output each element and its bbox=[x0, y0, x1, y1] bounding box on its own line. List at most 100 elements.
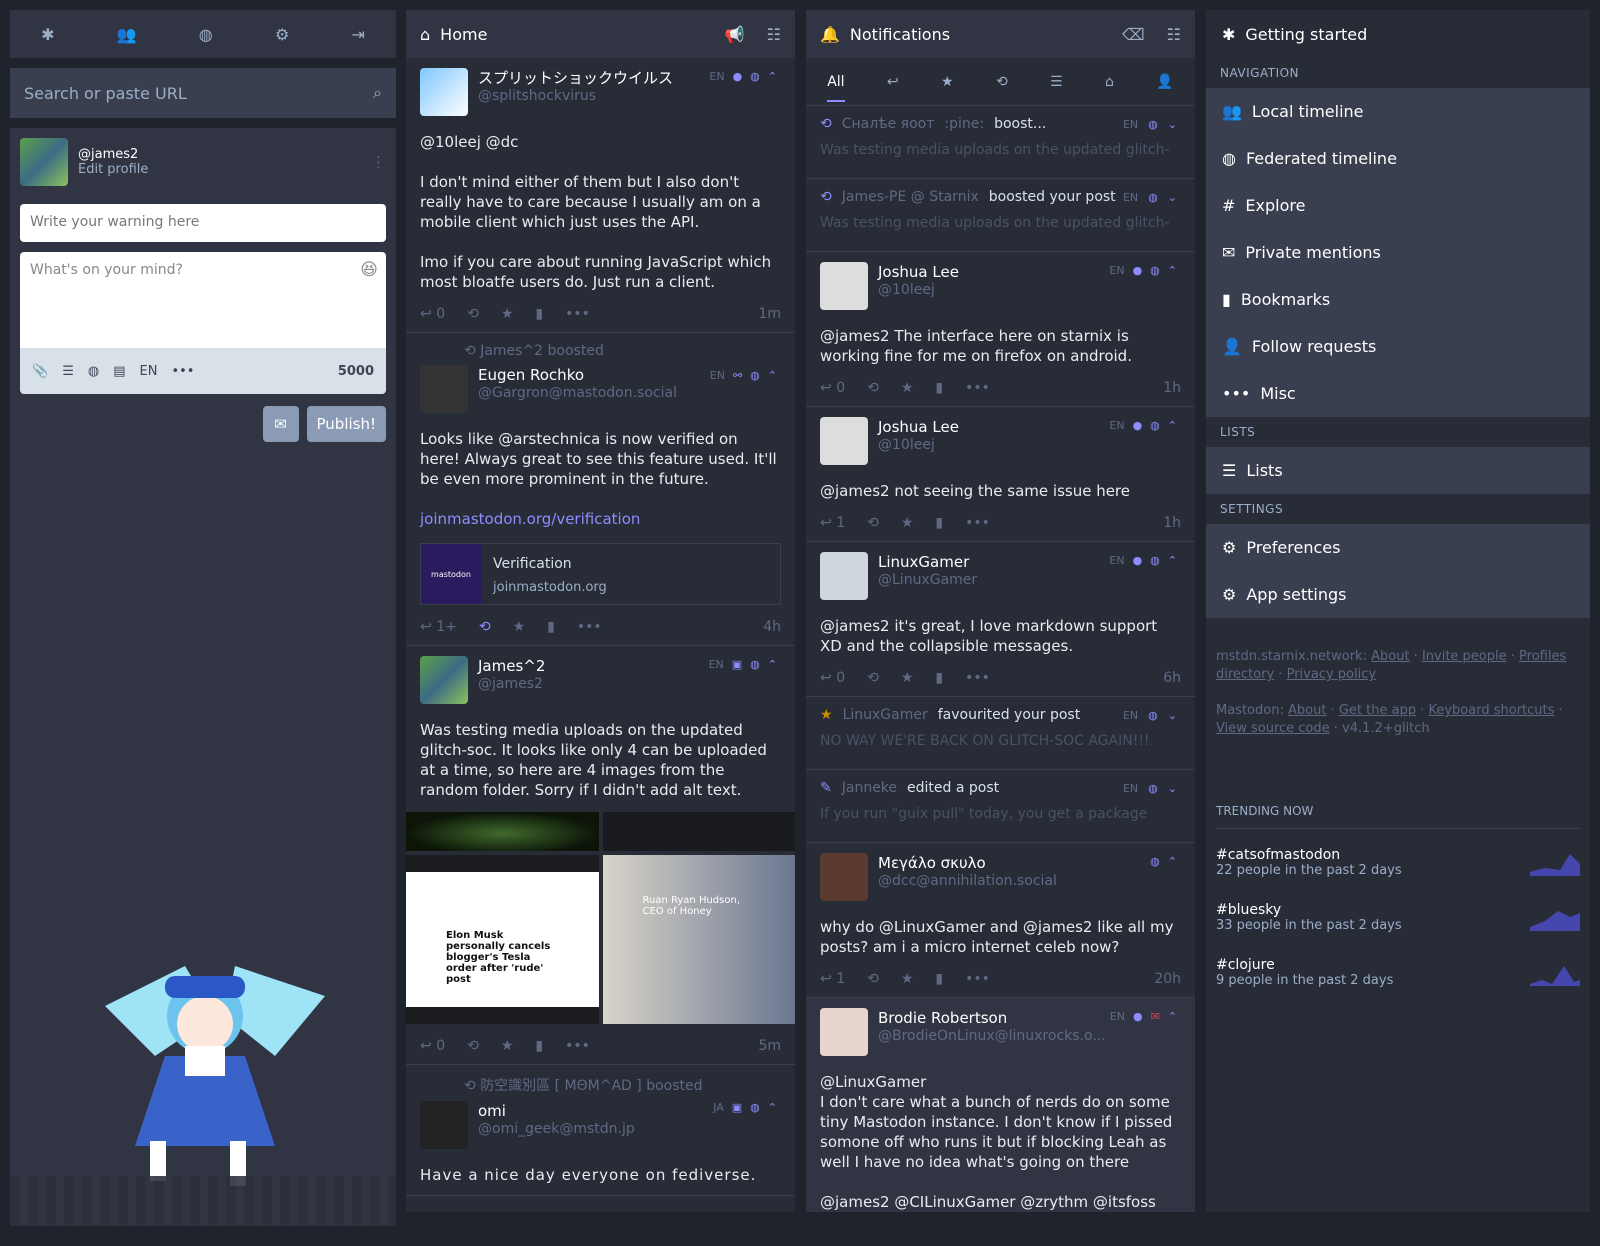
boost-button[interactable]: ⟲ bbox=[867, 971, 879, 987]
bookmark-button[interactable]: ▮ bbox=[535, 1038, 543, 1054]
tab-all[interactable]: All bbox=[827, 74, 845, 102]
trend-item[interactable]: #catsofmastodon 22 people in the past 2 d… bbox=[1206, 829, 1590, 884]
media-image[interactable] bbox=[406, 812, 599, 851]
handle[interactable]: @omi_geek@mstdn.jp bbox=[478, 1121, 635, 1137]
shortcuts-link[interactable]: Keyboard shortcuts bbox=[1428, 703, 1554, 718]
timestamp[interactable]: 1m bbox=[758, 306, 781, 322]
bookmark-button[interactable]: ▮ bbox=[935, 670, 943, 686]
actor-name[interactable]: Сналѣе яоот bbox=[842, 116, 935, 132]
expand-icon[interactable]: ⌄ bbox=[1168, 782, 1177, 795]
home-header[interactable]: ⌂ Home 📢 ☷ bbox=[406, 10, 795, 58]
timestamp[interactable]: 5m bbox=[758, 1038, 781, 1054]
link-card[interactable]: mastodon Verification joinmastodon.org bbox=[420, 543, 781, 605]
favourite-button[interactable]: ★ bbox=[501, 306, 514, 322]
display-name[interactable]: omi bbox=[478, 1101, 635, 1121]
envelope-icon[interactable]: ✉ bbox=[262, 406, 299, 442]
status[interactable]: ⟲ 防空識別區 [ MΘM^AD ] boosted JA ▣ ◍ ⌃ omi @omi… bbox=[406, 1065, 795, 1196]
nav-bookmarks[interactable]: ▮ Bookmarks bbox=[1206, 276, 1590, 323]
source-link[interactable]: View source code bbox=[1216, 721, 1330, 736]
boost-button[interactable]: ⟲ bbox=[479, 619, 491, 635]
status[interactable]: EN ▣ ◍ ⌃ James^2 @james2 Was testing media u… bbox=[406, 646, 795, 1065]
account-handle[interactable]: @james2 bbox=[78, 147, 361, 162]
globe-icon[interactable]: ◍ bbox=[88, 364, 99, 379]
favourite-button[interactable]: ★ bbox=[901, 515, 914, 531]
actor-name[interactable]: LinuxGamer bbox=[843, 707, 928, 723]
reply-button[interactable]: ↩ 0 bbox=[820, 670, 845, 686]
media-image[interactable]: Elon Musk personally cancels blogger's T… bbox=[406, 855, 599, 1024]
media-image[interactable] bbox=[602, 812, 795, 851]
star-icon[interactable]: ★ bbox=[941, 74, 954, 90]
sliders-icon[interactable]: ☷ bbox=[767, 25, 781, 44]
handle[interactable]: @LinuxGamer bbox=[878, 572, 977, 588]
display-name[interactable]: Joshua Lee bbox=[878, 417, 959, 437]
booster-name[interactable]: James^2 bbox=[480, 343, 543, 359]
about-link[interactable]: About bbox=[1288, 703, 1326, 718]
avatar[interactable] bbox=[420, 1101, 468, 1149]
trend-tag[interactable]: #catsofmastodon bbox=[1216, 847, 1530, 863]
bookmark-button[interactable]: ▮ bbox=[935, 515, 943, 531]
nav-misc[interactable]: ••• Misc bbox=[1206, 370, 1590, 417]
collapse-icon[interactable]: ⌃ bbox=[1168, 1010, 1177, 1023]
favourite-button[interactable]: ★ bbox=[513, 619, 526, 635]
avatar[interactable] bbox=[820, 262, 868, 310]
favourite-button[interactable]: ★ bbox=[901, 971, 914, 987]
more-icon[interactable]: ••• bbox=[171, 364, 194, 379]
bookmark-button[interactable]: ▮ bbox=[935, 380, 943, 396]
announcements-icon[interactable]: 📢 bbox=[725, 25, 745, 44]
globe-icon[interactable]: ◍ bbox=[199, 25, 213, 44]
collapse-icon[interactable]: ⌃ bbox=[768, 369, 777, 382]
nav-app-settings[interactable]: ⚙ App settings bbox=[1206, 571, 1590, 618]
booster-name[interactable]: 防空識別區 [ MΘM^AD ] bbox=[480, 1078, 642, 1094]
notification[interactable]: EN ◍ ⌄ ✎ Janneke edited a post If you run "g… bbox=[806, 770, 1195, 843]
avatar[interactable] bbox=[820, 552, 868, 600]
collapse-icon[interactable]: ⌃ bbox=[768, 1101, 777, 1114]
favourite-button[interactable]: ★ bbox=[901, 670, 914, 686]
status[interactable]: EN ● ◍ ⌃ スプリットショックウイルス @splitshockvirus @10l… bbox=[406, 58, 795, 333]
display-name[interactable]: Brodie Robertson bbox=[878, 1008, 1106, 1028]
display-name[interactable]: Joshua Lee bbox=[878, 262, 959, 282]
expand-icon[interactable]: ⌄ bbox=[1168, 709, 1177, 722]
search-icon[interactable]: ⌕ bbox=[373, 83, 382, 103]
reply-button[interactable]: ↩ 1 bbox=[820, 971, 845, 987]
nav-explore[interactable]: # Explore bbox=[1206, 182, 1590, 229]
reply-button[interactable]: ↩ 1+ bbox=[420, 619, 457, 635]
retweet-icon[interactable]: ⟲ bbox=[996, 74, 1008, 90]
bookmark-button[interactable]: ▮ bbox=[935, 971, 943, 987]
collapse-icon[interactable]: ⌃ bbox=[1168, 554, 1177, 567]
kebab-menu-icon[interactable]: ⋮ bbox=[371, 153, 386, 171]
nav-lists[interactable]: ☰ Lists bbox=[1206, 447, 1590, 494]
display-name[interactable]: Μεγάλο σκυλο bbox=[878, 853, 1057, 873]
handle[interactable]: @Gargron@mastodon.social bbox=[478, 385, 677, 401]
timestamp[interactable]: 4h bbox=[763, 619, 781, 635]
collapse-icon[interactable]: ⌃ bbox=[768, 70, 777, 83]
timestamp[interactable]: 20h bbox=[1154, 971, 1181, 987]
more-button[interactable]: ••• bbox=[965, 380, 990, 396]
favourite-button[interactable]: ★ bbox=[901, 380, 914, 396]
poll-icon[interactable]: ☰ bbox=[1050, 74, 1063, 90]
poll-icon[interactable]: ☰ bbox=[62, 364, 74, 379]
paperclip-icon[interactable]: 📎 bbox=[32, 364, 48, 379]
trend-item[interactable]: #clojure 9 people in the past 2 days bbox=[1206, 939, 1590, 994]
handle[interactable]: @splitshockvirus bbox=[478, 88, 673, 104]
display-name[interactable]: LinuxGamer bbox=[878, 552, 977, 572]
collapse-icon[interactable]: ⌃ bbox=[1168, 264, 1177, 277]
search-box[interactable]: Search or paste URL ⌕ bbox=[10, 68, 396, 118]
logout-icon[interactable]: ⇥ bbox=[351, 25, 364, 44]
nav-follow-requests[interactable]: 👤 Follow requests bbox=[1206, 323, 1590, 370]
sliders-icon[interactable]: ☷ bbox=[1167, 25, 1181, 44]
handle[interactable]: @BrodieOnLinux@linuxrocks.o... bbox=[878, 1028, 1106, 1044]
media-image[interactable]: Ruan Ryan Hudson, CEO of Honey bbox=[602, 855, 795, 1024]
boost-button[interactable]: ⟲ bbox=[467, 306, 479, 322]
more-button[interactable]: ••• bbox=[965, 515, 990, 531]
avatar[interactable] bbox=[20, 138, 68, 186]
bookmark-button[interactable]: ▮ bbox=[547, 619, 555, 635]
gears-icon[interactable]: ⚙ bbox=[275, 25, 289, 44]
display-name[interactable]: Eugen Rochko bbox=[478, 365, 677, 385]
display-name[interactable]: スプリットショックウイルス bbox=[478, 68, 673, 88]
handle[interactable]: @james2 bbox=[478, 676, 545, 692]
invite-link[interactable]: Invite people bbox=[1422, 649, 1507, 664]
nav-local-timeline[interactable]: 👥 Local timeline bbox=[1206, 88, 1590, 135]
notification[interactable]: EN ◍ ⌄ ★ LinuxGamer favourited your post NO … bbox=[806, 697, 1195, 770]
trend-item[interactable]: #bluesky 33 people in the past 2 days bbox=[1206, 884, 1590, 939]
nav-preferences[interactable]: ⚙ Preferences bbox=[1206, 524, 1590, 571]
